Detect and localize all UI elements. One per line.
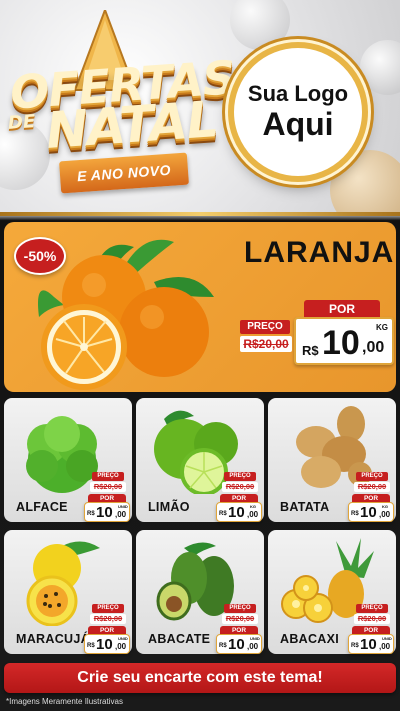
title-block: OFERTAS DE NATAL E ANO NOVO [7, 50, 236, 202]
title-ribbon: E ANO NOVO [59, 152, 189, 194]
currency-symbol: R$ [219, 643, 227, 649]
currency-symbol: R$ [302, 343, 319, 358]
price-unit: UNID [382, 636, 392, 641]
price-unit: UNID [250, 636, 260, 641]
product-price-tag: PREÇO R$20,00 POR R$ 10,00 UNID [348, 604, 394, 656]
product-price-tag: PREÇO R$20,00 POR R$ 10,00 UNID [84, 472, 130, 524]
featured-product-card[interactable]: -50% LARANJA POR PREÇO R$20,00 R$ 10 ,00… [4, 222, 396, 392]
old-price: R$20,00 [240, 336, 292, 352]
product-price-tag: PREÇO R$20,00 POR R$ 10,00 UNID [216, 604, 262, 656]
preco-label: PREÇO [356, 604, 388, 613]
product-name: ALFACE [16, 500, 68, 514]
currency-symbol: R$ [87, 643, 95, 649]
preco-label: PREÇO [356, 472, 388, 481]
new-price: R$ 10,00 KG [216, 502, 262, 522]
currency-symbol: R$ [351, 643, 359, 649]
featured-product-name: LARANJA [244, 236, 395, 269]
discount-badge: -50% [14, 237, 66, 275]
preco-label: PREÇO [224, 472, 256, 481]
cta-banner[interactable]: Crie seu encarte com este tema! [4, 663, 396, 693]
price-integer: 10 [96, 636, 113, 653]
old-price: R$20,00 [90, 482, 126, 492]
price-unit: KG [250, 504, 256, 509]
disclaimer-text: *Imagens Meramente Ilustrativas [6, 697, 123, 706]
logo-text-line2: Aqui [262, 105, 334, 142]
old-price: R$20,00 [90, 614, 126, 624]
price-cents: ,00 [115, 510, 127, 519]
price-cents: ,00 [379, 642, 391, 651]
header-banner: OFERTAS DE NATAL E ANO NOVO Sua Logo Aqu… [0, 0, 400, 214]
product-name: ABACAXI [280, 632, 340, 646]
price-cents: ,00 [379, 510, 391, 519]
product-name: ABACATE [148, 632, 211, 646]
ribbon-text: E ANO NOVO [76, 161, 172, 185]
product-price-tag: PREÇO R$20,00 POR R$ 10,00 KG [348, 472, 394, 524]
new-price: R$ 10 ,00 KG [294, 317, 394, 365]
product-name: MARACUJÁ [16, 632, 90, 646]
decor-ornament [230, 0, 290, 50]
title-de: DE [7, 111, 36, 134]
por-label: POR [304, 300, 380, 318]
preco-label: PREÇO [224, 604, 256, 613]
price-integer: 10 [228, 636, 245, 653]
price-cents: ,00 [115, 642, 127, 651]
discount-text: -50% [23, 248, 57, 264]
old-price: R$20,00 [222, 614, 258, 624]
price-cents: ,00 [247, 642, 259, 651]
price-integer: 10 [360, 636, 377, 653]
preco-label: PREÇO [92, 604, 124, 613]
currency-symbol: R$ [87, 511, 95, 517]
product-price-tag: PREÇO R$20,00 POR R$ 10,00 UNID [84, 604, 130, 656]
title-natal: NATAL [44, 90, 220, 160]
flyer-poster: OFERTAS DE NATAL E ANO NOVO Sua Logo Aqu… [0, 0, 400, 711]
currency-symbol: R$ [351, 511, 359, 517]
cta-text: Crie seu encarte com este tema! [77, 669, 323, 686]
logo-text-line1: Sua Logo [247, 81, 349, 107]
old-price: R$20,00 [222, 482, 258, 492]
old-price: R$20,00 [354, 614, 390, 624]
gold-divider [0, 212, 400, 216]
price-cents: ,00 [362, 339, 385, 356]
new-price: R$ 10,00 UNID [348, 634, 394, 654]
price-unit: UNID [118, 636, 128, 641]
price-integer: 10 [360, 504, 377, 521]
price-integer: 10 [322, 324, 360, 362]
product-name: BATATA [280, 500, 330, 514]
price-cents: ,00 [247, 510, 259, 519]
decor-ornament [360, 40, 400, 95]
product-name: LIMÃO [148, 500, 190, 514]
product-price-tag: PREÇO R$20,00 POR R$ 10,00 KG [216, 472, 262, 524]
price-integer: 10 [228, 504, 245, 521]
price-unit: UNID [118, 504, 128, 509]
new-price: R$ 10,00 UNID [216, 634, 262, 654]
logo-placeholder[interactable]: Sua Logo Aqui [228, 42, 368, 182]
currency-symbol: R$ [219, 511, 227, 517]
price-unit: KG [382, 504, 388, 509]
preco-label: PREÇO [240, 320, 290, 334]
preco-label: PREÇO [92, 472, 124, 481]
new-price: R$ 10,00 UNID [84, 634, 130, 654]
price-integer: 10 [96, 504, 113, 521]
featured-price-tag: POR PREÇO R$20,00 R$ 10 ,00 KG [238, 300, 394, 370]
price-unit: KG [376, 323, 388, 332]
new-price: R$ 10,00 UNID [84, 502, 130, 522]
new-price: R$ 10,00 KG [348, 502, 394, 522]
old-price: R$20,00 [354, 482, 390, 492]
